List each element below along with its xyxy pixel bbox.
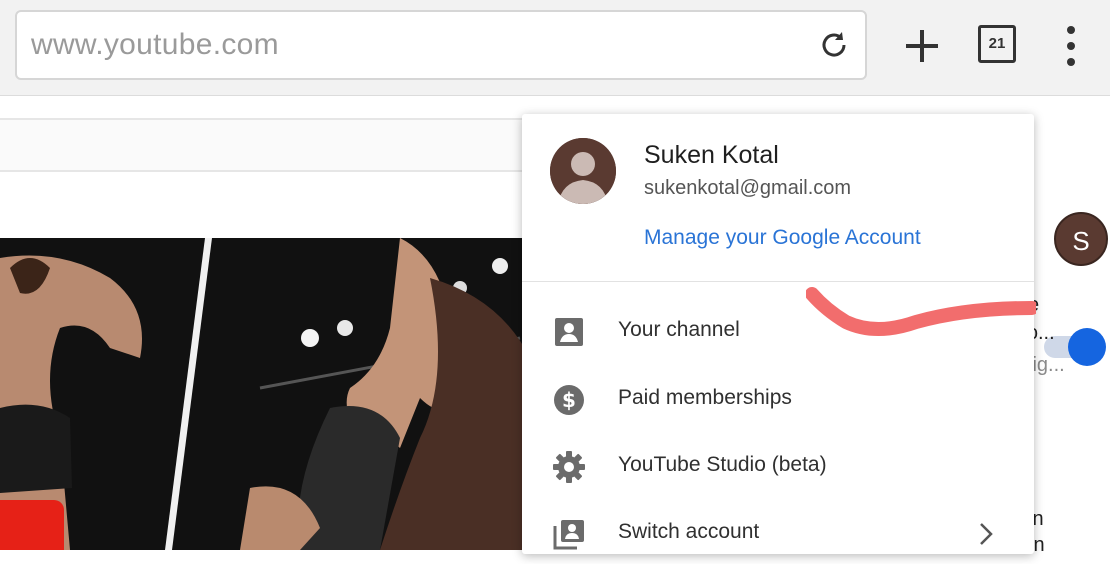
menu-item-label: Paid memberships [618, 386, 792, 409]
account-avatar [550, 138, 616, 204]
url-text[interactable]: www.youtube.com [31, 28, 279, 62]
gear-icon [553, 451, 585, 483]
menu-divider [522, 281, 1034, 282]
new-tab-plus-icon[interactable] [902, 26, 942, 66]
menu-item-label: Switch account [618, 520, 760, 543]
person-box-icon [555, 318, 583, 346]
account-name: Suken Kotal [644, 141, 779, 169]
person-silhouette-icon [550, 138, 616, 204]
menu-item-label: YouTube Studio (beta) [618, 453, 827, 476]
wrestling-image [0, 238, 530, 550]
autoplay-toggle-knob[interactable] [1068, 328, 1106, 366]
dollar-circle-icon: $ [554, 385, 584, 415]
youtube-logo-badge [0, 500, 64, 550]
tab-switcher-icon[interactable]: 21 [978, 25, 1016, 63]
menu-item-label: Your channel [618, 318, 740, 341]
menu-item-paid-memberships[interactable]: $ Paid memberships [522, 370, 1034, 430]
account-avatar-button[interactable]: S [1054, 212, 1108, 266]
switch-account-icon [553, 520, 584, 550]
menu-item-switch-account[interactable]: Switch account [522, 504, 1034, 564]
video-thumbnail[interactable] [0, 238, 530, 550]
more-vert-icon[interactable] [1056, 24, 1086, 68]
svg-text:$: $ [562, 388, 576, 412]
search-strip[interactable] [0, 118, 560, 172]
address-bar[interactable]: www.youtube.com [15, 10, 867, 80]
manage-account-link[interactable]: Manage your Google Account [644, 226, 921, 250]
reload-icon[interactable] [817, 28, 851, 62]
browser-toolbar: www.youtube.com 21 [0, 0, 1110, 96]
menu-item-youtube-studio[interactable]: YouTube Studio (beta) [522, 437, 1034, 497]
red-annotation-stroke [806, 287, 1036, 336]
account-email: sukenkotal@gmail.com [644, 177, 852, 199]
chevron-right-icon [980, 523, 993, 545]
